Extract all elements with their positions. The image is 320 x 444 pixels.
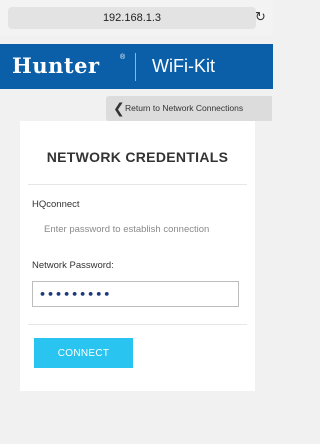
password-label: Network Password: (32, 260, 114, 271)
divider (28, 184, 247, 185)
url-field[interactable]: 192.168.1.3 (8, 7, 256, 29)
page-title: NETWORK CREDENTIALS (46, 149, 229, 165)
product-name: WiFi-Kit (152, 56, 215, 76)
divider (28, 324, 247, 325)
network-name: HQconnect (32, 199, 80, 210)
connect-button[interactable]: CONNECT (34, 338, 133, 368)
app-header: Hunter ® WiFi-Kit (0, 44, 273, 89)
header-divider (135, 53, 136, 81)
brand-logo: Hunter (12, 53, 100, 78)
reload-icon[interactable]: ↻ (255, 6, 266, 28)
registered-mark: ® (120, 54, 126, 61)
chevron-left-icon: ❮ (113, 100, 125, 116)
credentials-card: NETWORK CREDENTIALS HQconnect Enter pass… (20, 121, 255, 391)
return-to-network-connections-button[interactable]: ❮ Return to Network Connections (106, 96, 272, 121)
return-button-label: Return to Network Connections (125, 103, 244, 113)
password-input[interactable] (32, 281, 239, 307)
password-hint: Enter password to establish connection (44, 224, 210, 235)
browser-address-bar: 192.168.1.3 ↻ (0, 0, 273, 36)
